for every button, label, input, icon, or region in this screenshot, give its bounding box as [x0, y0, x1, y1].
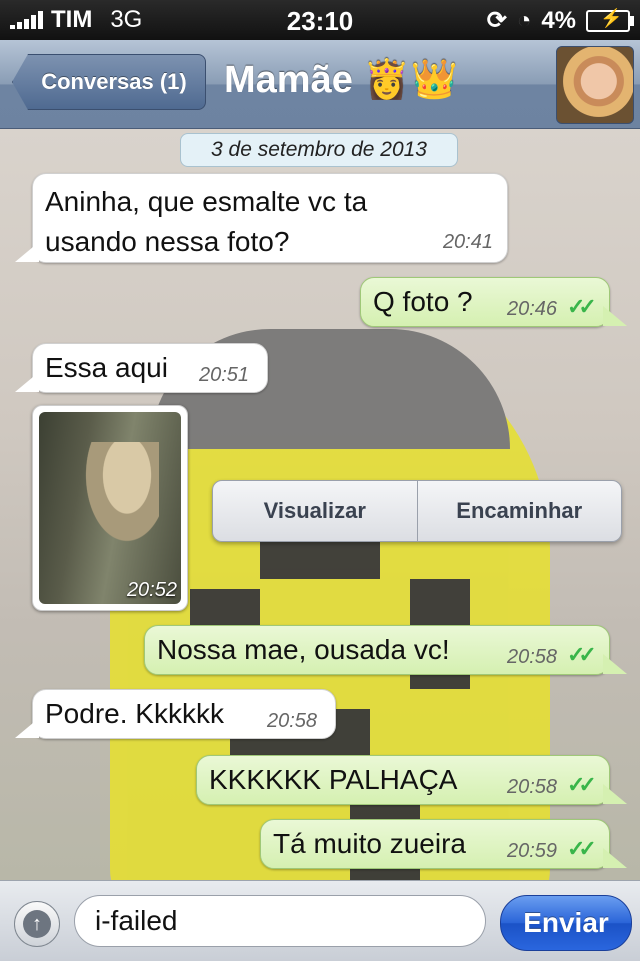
message-bubble-incoming[interactable]: Essa aqui 20:51: [32, 343, 268, 393]
message-input-bar: ↑ i-failed Enviar: [0, 880, 640, 961]
message-text: KKKKKK PALHAÇA: [209, 764, 458, 795]
photo-action-menu: Visualizar Encaminhar: [212, 480, 622, 542]
read-receipt-icon: ✓✓: [567, 836, 597, 861]
arrow-up-icon: ↑: [23, 910, 51, 938]
message-time: 20:58: [267, 710, 318, 732]
forward-button[interactable]: Encaminhar: [416, 481, 622, 541]
status-bar: TIM 3G 23:10 ⟳ ◔ 4% ⚡: [0, 0, 640, 40]
battery-percent: 4%: [541, 6, 576, 34]
photo-message[interactable]: 20:52: [32, 405, 188, 611]
chat-area[interactable]: 3 de setembro de 2013 Aninha, que esmalt…: [0, 129, 640, 880]
alarm-icon: ◔: [516, 6, 532, 34]
contact-name-title: Mamãe 👸👑: [224, 59, 459, 101]
message-text: Q foto ?: [373, 286, 473, 317]
message-time: 20:52: [126, 579, 177, 601]
message-bubble-incoming[interactable]: Aninha, que esmalte vc ta usando nessa f…: [32, 173, 508, 263]
message-time: 20:58: [507, 776, 558, 798]
navigation-bar: Conversas (1) Mamãe 👸👑: [0, 40, 640, 129]
message-input[interactable]: i-failed: [74, 895, 486, 947]
message-time: 20:41: [442, 231, 493, 253]
message-text: Nossa mae, ousada vc!: [157, 634, 450, 665]
message-bubble-outgoing[interactable]: KKKKKK PALHAÇA 20:58 ✓✓: [196, 755, 610, 805]
battery-icon: ⚡: [586, 8, 634, 32]
read-receipt-icon: ✓✓: [567, 772, 597, 797]
read-receipt-icon: ✓✓: [567, 642, 597, 667]
message-text: Aninha, que esmalte vc ta usando nessa f…: [45, 186, 368, 257]
message-time: 20:46: [507, 298, 558, 320]
back-to-conversations-button[interactable]: Conversas (1): [12, 54, 206, 110]
message-text: Tá muito zueira: [273, 828, 466, 859]
message-text: Essa aqui: [45, 352, 168, 383]
attach-button[interactable]: ↑: [14, 901, 60, 947]
date-separator: 3 de setembro de 2013: [180, 133, 458, 167]
message-bubble-outgoing[interactable]: Nossa mae, ousada vc! 20:58 ✓✓: [144, 625, 610, 675]
read-receipt-icon: ✓✓: [567, 294, 597, 319]
message-time: 20:59: [507, 840, 558, 862]
message-bubble-incoming[interactable]: Podre. Kkkkkk 20:58: [32, 689, 336, 739]
view-button[interactable]: Visualizar: [213, 481, 417, 541]
message-time: 20:51: [199, 364, 250, 386]
message-bubble-outgoing[interactable]: Q foto ? 20:46 ✓✓: [360, 277, 610, 327]
status-right: ⟳ ◔ 4% ⚡: [486, 6, 634, 35]
photo-thumbnail: [39, 412, 181, 604]
contact-avatar[interactable]: [556, 46, 634, 124]
message-text: Podre. Kkkkkk: [45, 698, 224, 729]
message-bubble-outgoing[interactable]: Tá muito zueira 20:59 ✓✓: [260, 819, 610, 869]
rotation-lock-icon: ⟳: [486, 7, 507, 34]
message-time: 20:58: [507, 646, 558, 668]
send-button[interactable]: Enviar: [500, 895, 632, 951]
